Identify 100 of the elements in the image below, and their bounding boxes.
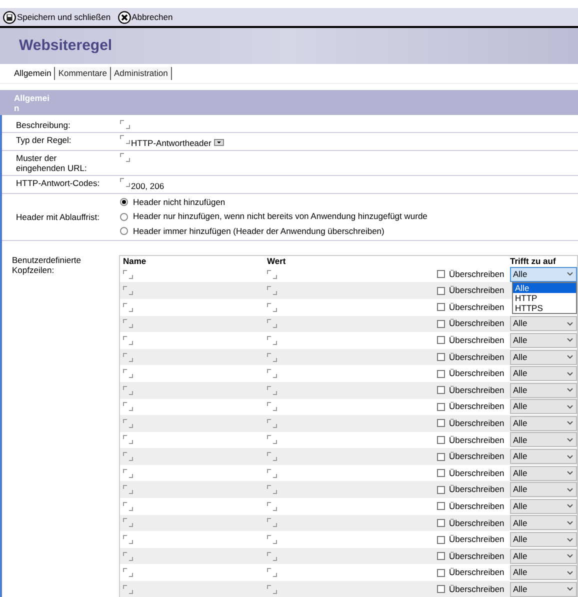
overwrite-checkbox-label[interactable]: Überschreiben	[437, 466, 510, 480]
edit-marker-icon	[267, 336, 277, 345]
overwrite-checkbox-label[interactable]: Überschreiben	[437, 582, 510, 596]
radio-button[interactable]	[120, 198, 128, 206]
overwrite-checkbox-label[interactable]: Überschreiben	[437, 300, 510, 314]
chevron-down-icon	[567, 554, 573, 558]
overwrite-checkbox-label[interactable]: Überschreiben	[437, 384, 510, 397]
checkbox[interactable]	[437, 552, 445, 560]
checkbox[interactable]	[437, 452, 445, 461]
applies-to-select[interactable]: Alle	[510, 316, 577, 332]
edit-marker-icon	[267, 518, 277, 528]
checkbox[interactable]	[437, 486, 445, 494]
edit-marker-icon	[123, 302, 133, 312]
edit-marker-icon	[267, 502, 277, 511]
applies-to-select[interactable]: Alle	[510, 515, 577, 530]
overwrite-checkbox-label[interactable]: Überschreiben	[437, 367, 510, 380]
dropdown-button[interactable]	[214, 139, 224, 146]
dropdown-option[interactable]: HTTPS	[513, 302, 576, 313]
overwrite-checkbox-label[interactable]: Überschreiben	[437, 550, 510, 563]
edit-marker-icon	[123, 386, 133, 395]
tab[interactable]: Administration	[111, 67, 172, 80]
tab[interactable]: Kommentare	[55, 67, 111, 80]
checkbox[interactable]	[437, 320, 445, 328]
overwrite-checkbox-label[interactable]: Überschreiben	[437, 434, 510, 446]
overwrite-checkbox-label[interactable]: Überschreiben	[437, 400, 510, 414]
checkbox[interactable]	[437, 518, 445, 527]
applies-to-select[interactable]: Alle	[510, 548, 577, 564]
overwrite-checkbox-label[interactable]: Überschreiben	[437, 500, 510, 513]
overwrite-checkbox-label[interactable]: Überschreiben	[437, 450, 510, 463]
checkbox[interactable]	[437, 436, 445, 444]
field-value[interactable]: 200, 206	[131, 178, 164, 192]
checkbox[interactable]	[437, 353, 445, 362]
radio-option[interactable]: Header nur hinzufügen, wenn nicht bereits von Anwendung hinzugefügt wurde	[120, 210, 428, 223]
checkbox[interactable]	[437, 585, 445, 594]
toolbar-button[interactable]: Abbrechen	[118, 10, 173, 24]
chevron-down-icon	[567, 587, 573, 592]
edit-marker-icon	[123, 270, 133, 279]
checkbox[interactable]	[437, 536, 445, 544]
dropdown-option[interactable]: HTTP	[513, 292, 576, 303]
edit-marker-icon	[123, 418, 133, 428]
checkbox[interactable]	[437, 568, 445, 577]
overwrite-checkbox-label[interactable]: Überschreiben	[437, 334, 510, 347]
applies-to-select[interactable]: Alle	[510, 416, 577, 431]
radio-option[interactable]: Header nicht hinzufügen	[120, 196, 428, 208]
field-value[interactable]: HTTP-Antwortheader	[131, 135, 212, 150]
applies-to-select[interactable]: Alle	[510, 532, 577, 548]
checkbox[interactable]	[437, 386, 445, 394]
edit-marker-icon	[267, 386, 277, 395]
edit-marker-icon	[123, 286, 133, 296]
applies-to-select[interactable]: Alle	[510, 432, 577, 448]
overwrite-checkbox-label[interactable]: Überschreiben	[437, 483, 510, 496]
checkbox[interactable]	[437, 370, 445, 378]
edit-marker-icon	[267, 270, 277, 279]
edit-marker-icon	[267, 485, 277, 494]
chevron-down-icon	[567, 538, 573, 542]
applies-to-select[interactable]: Alle	[510, 332, 577, 348]
chevron-down-icon	[567, 570, 573, 575]
applies-to-select[interactable]: Alle	[510, 382, 577, 398]
checkbox[interactable]	[437, 502, 445, 510]
overwrite-checkbox-label[interactable]: Überschreiben	[437, 317, 510, 330]
checkbox[interactable]	[437, 270, 445, 278]
chevron-down-icon	[567, 322, 573, 326]
chevron-down-icon	[567, 520, 573, 525]
applies-to-select[interactable]: Alle	[510, 350, 577, 365]
field-label: Beschreibung:	[15, 119, 72, 132]
applies-to-select[interactable]: Alle	[510, 498, 577, 514]
overwrite-checkbox-label[interactable]: Überschreiben	[437, 350, 510, 364]
applies-to-select[interactable]: Alle	[510, 482, 577, 498]
overwrite-checkbox-label[interactable]: Überschreiben	[437, 417, 510, 430]
dropdown-option[interactable]: Alle	[513, 282, 576, 293]
checkbox[interactable]	[437, 336, 445, 344]
overwrite-checkbox-label[interactable]: Überschreiben	[437, 284, 510, 298]
toolbar-button[interactable]: Speichern und schließen	[3, 10, 111, 24]
chevron-down-icon	[567, 338, 573, 342]
column-header: Wert	[267, 256, 287, 266]
overwrite-checkbox-label[interactable]: Überschreiben	[437, 533, 510, 546]
checkbox[interactable]	[437, 303, 445, 312]
checkbox[interactable]	[437, 419, 445, 428]
checkbox[interactable]	[437, 402, 445, 411]
overwrite-checkbox-label[interactable]: Überschreiben	[437, 516, 510, 530]
radio-button[interactable]	[120, 227, 128, 236]
edit-marker-icon	[267, 435, 277, 444]
applies-to-select[interactable]: Alle	[510, 399, 577, 414]
edit-marker-icon	[123, 336, 133, 345]
edit-marker-icon	[123, 502, 133, 511]
radio-option[interactable]: Header immer hinzufügen (Header der Anwendung überschreiben)	[120, 225, 428, 238]
checkbox[interactable]	[437, 469, 445, 478]
applies-to-select[interactable]: Alle	[510, 582, 577, 597]
section-title: Allgemein	[14, 93, 50, 113]
overwrite-checkbox-label[interactable]: Überschreiben	[437, 566, 510, 580]
edit-marker-icon	[267, 468, 277, 478]
applies-to-select[interactable]: Alle	[510, 466, 577, 481]
applies-to-select[interactable]: Alle	[510, 449, 577, 464]
applies-to-select[interactable]: Alle	[510, 565, 577, 580]
applies-to-select[interactable]: Alle	[510, 266, 577, 282]
tab[interactable]: Allgemein	[11, 67, 56, 80]
radio-button[interactable]	[120, 212, 128, 221]
checkbox[interactable]	[437, 286, 445, 295]
applies-to-select[interactable]: Alle	[510, 366, 577, 382]
overwrite-checkbox-label[interactable]: Überschreiben	[437, 268, 510, 280]
